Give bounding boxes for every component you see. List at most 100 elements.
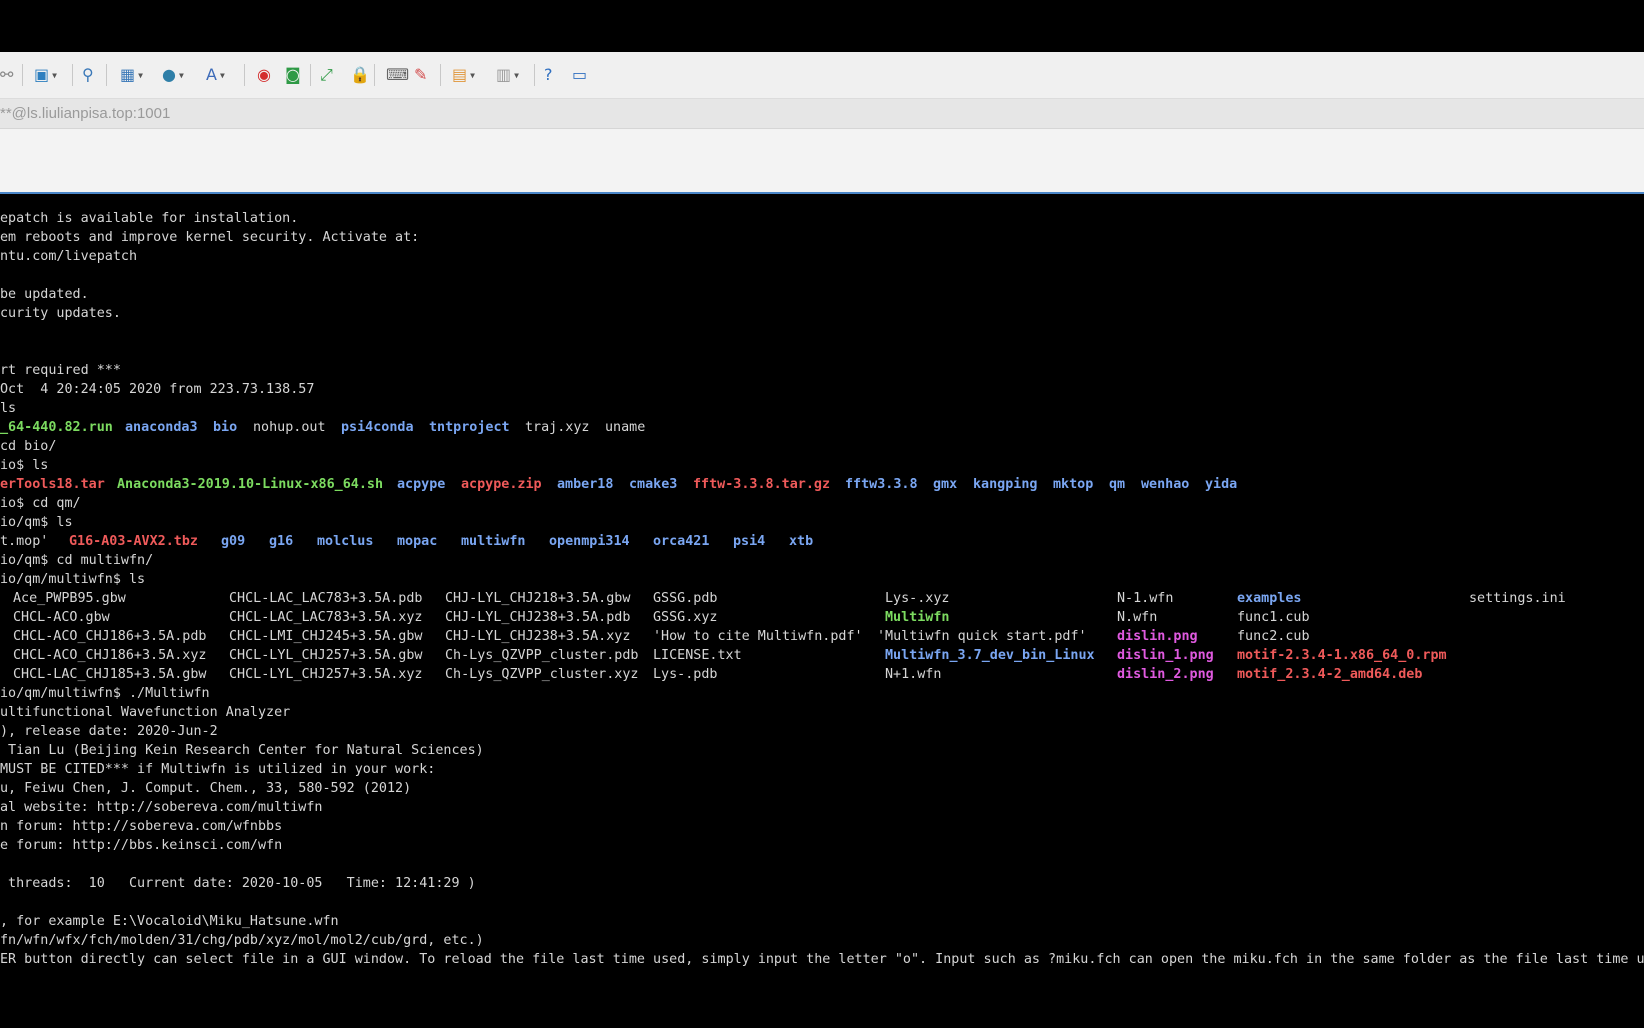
ls-entry: wenhao <box>1141 477 1190 492</box>
fullscreen-button[interactable]: ⤢ <box>320 63 333 87</box>
chat-button[interactable]: ▭ <box>572 63 587 87</box>
ls-entry: nohup.out <box>253 420 326 435</box>
chevron-down-icon[interactable]: ▼ <box>52 71 57 80</box>
chat-icon: ▭ <box>572 65 588 84</box>
chevron-down-icon[interactable]: ▼ <box>138 71 143 80</box>
ls-entry: CHCL-LAC_LAC783+3.5A.xyz <box>229 610 423 625</box>
highlight-button[interactable]: ✎ <box>414 63 427 87</box>
ls-entry: mktop <box>1053 477 1094 492</box>
ls-entry: g09 <box>221 534 246 549</box>
ls-entry: _64-440.82.run <box>0 420 113 435</box>
new-session-icon: ▣ <box>34 65 50 84</box>
ls-entry: orca421 <box>653 534 710 549</box>
ls-entry: CHCL-LAC_CHJ185+3.5A.gbw <box>13 667 207 682</box>
terminal-line: e forum: http://bbs.keinsci.com/wfn <box>0 838 283 853</box>
ls-entry: Lys-.pdb <box>653 667 718 682</box>
ls-entry: N+1.wfn <box>885 667 942 682</box>
ls-entry: psi4conda <box>341 420 414 435</box>
ls-entry: motif_2.3.4-2_amd64.deb <box>1237 667 1423 682</box>
terminal-line: ), release date: 2020-Jun-2 <box>0 724 218 739</box>
terminal-output[interactable]: epatch is available for installation. em … <box>0 194 1644 1028</box>
ls-entry: erTools18.tar <box>0 477 105 492</box>
ls-entry: 'How to cite Multiwfn.pdf' <box>653 629 863 644</box>
highlight-icon: ✎ <box>414 65 428 84</box>
transfer-icon: ▦ <box>120 65 136 84</box>
terminal-line: ER button directly can select file in a … <box>0 952 1644 967</box>
ls-entry: traj.xyz <box>525 420 590 435</box>
ls-entry: g16 <box>269 534 294 549</box>
address-bar[interactable]: **@ls.liulianpisa.top:1001 <box>0 99 1644 129</box>
ls-entry: CHJ-LYL_CHJ238+3.5A.xyz <box>445 629 631 644</box>
ls-entry: CHCL-LMI_CHJ245+3.5A.gbw <box>229 629 423 644</box>
toolbar-separator <box>72 64 73 86</box>
terminal-line: Oct 4 20:24:05 2020 from 223.73.138.57 <box>0 382 315 397</box>
ls-entry: N.wfn <box>1117 610 1158 625</box>
toolbar-separator <box>106 64 107 86</box>
ls-entry: tntproject <box>429 420 510 435</box>
ls-entry: examples <box>1237 591 1302 606</box>
ls-entry: dislin_2.png <box>1117 667 1214 682</box>
ls-entry: Ace_PWPB95.gbw <box>13 591 126 606</box>
ls-entry: kangping <box>973 477 1038 492</box>
keyboard-button[interactable]: ⌨ <box>386 63 409 87</box>
terminal-line: ntu.com/livepatch <box>0 249 138 264</box>
chevron-down-icon[interactable]: ▼ <box>514 71 519 80</box>
ls-entry: openmpi314 <box>549 534 630 549</box>
xshell-icon: ◉ <box>257 65 271 84</box>
ls-entry: cmake3 <box>629 477 678 492</box>
ls-entry: molclus <box>317 534 374 549</box>
layout-button[interactable]: ▥ ▼ <box>496 63 519 87</box>
toolbar-separator <box>374 64 375 86</box>
ls-entry: GSSG.xyz <box>653 610 718 625</box>
chevron-down-icon[interactable]: ▼ <box>470 71 475 80</box>
terminal-line: fn/wfn/wfx/fch/molden/31/chg/pdb/xyz/mol… <box>0 933 484 948</box>
transfer-button[interactable]: ▦ ▼ <box>120 63 143 87</box>
terminal-line: io/qm$ ls <box>0 515 73 530</box>
ls-entry: dislin_1.png <box>1117 648 1214 663</box>
search-button[interactable]: ⚲ <box>82 63 94 87</box>
lock-button[interactable]: 🔒 <box>350 63 370 87</box>
ls-entry: uname <box>605 420 646 435</box>
new-session-button[interactable]: ▣ ▼ <box>34 63 57 87</box>
connect-button[interactable]: ⚯ <box>0 63 13 87</box>
ls-entry: CHCL-ACO_CHJ186+3.5A.xyz <box>13 648 207 663</box>
ls-entry: fftw-3.3.8.tar.gz <box>693 477 831 492</box>
ls-entry: t.mop' <box>0 534 49 549</box>
help-button[interactable]: ? <box>544 63 553 87</box>
ls-entry: acpype.zip <box>461 477 542 492</box>
terminal-line: , for example E:\Vocaloid\Miku_Hatsune.w… <box>0 914 339 929</box>
ls-entry: gmx <box>933 477 958 492</box>
xshell-button[interactable]: ◉ <box>257 63 271 87</box>
ls-entry: fftw3.3.8 <box>845 477 918 492</box>
terminal-line: cd bio/ <box>0 439 57 454</box>
terminal-line: be updated. <box>0 287 89 302</box>
ls-entry: Multiwfn_3.7_dev_bin_Linux <box>885 648 1095 663</box>
terminal-line: threads: 10 Current date: 2020-10-05 Tim… <box>0 876 476 891</box>
chevron-down-icon[interactable]: ▼ <box>220 71 225 80</box>
toolbar-separator <box>310 64 311 86</box>
ls-entry: anaconda3 <box>125 420 198 435</box>
lock-icon: 🔒 <box>350 65 370 84</box>
terminal-line: curity updates. <box>0 306 121 321</box>
ls-entry: xtb <box>789 534 814 549</box>
ls-entry: mopac <box>397 534 438 549</box>
search-icon: ⚲ <box>82 65 94 84</box>
layout-icon: ▥ <box>496 65 512 84</box>
xftp-button[interactable]: ◙ <box>285 63 301 87</box>
address-text: **@ls.liulianpisa.top:1001 <box>0 105 171 122</box>
folder-add-button[interactable]: ▤ ▼ <box>452 63 475 87</box>
ls-entry: GSSG.pdb <box>653 591 718 606</box>
toolbar: ⚯ ▣ ▼ ⚲ ▦ ▼ ● ▼ A ▼ ◉ ◙ ⤢ 🔒 ⌨ ✎ ▤ ▼ ▥ ▼? ▭ <box>0 52 1644 99</box>
globe-button[interactable]: ● ▼ <box>162 63 184 87</box>
terminal-line: ls <box>0 401 17 416</box>
font-button[interactable]: A ▼ <box>206 63 225 87</box>
ls-entry: multiwfn <box>461 534 526 549</box>
ls-entry: LICENSE.txt <box>653 648 742 663</box>
ls-entry: bio <box>213 420 238 435</box>
chevron-down-icon[interactable]: ▼ <box>179 71 184 80</box>
terminal-line: n forum: http://sobereva.com/wfnbbs <box>0 819 283 834</box>
ls-entry: Anaconda3-2019.10-Linux-x86_64.sh <box>117 477 384 492</box>
ls-entry: motif-2.3.4-1.x86_64_0.rpm <box>1237 648 1447 663</box>
ls-entry: CHCL-LYL_CHJ257+3.5A.xyz <box>229 667 423 682</box>
ls-entry: CHJ-LYL_CHJ238+3.5A.pdb <box>445 610 631 625</box>
